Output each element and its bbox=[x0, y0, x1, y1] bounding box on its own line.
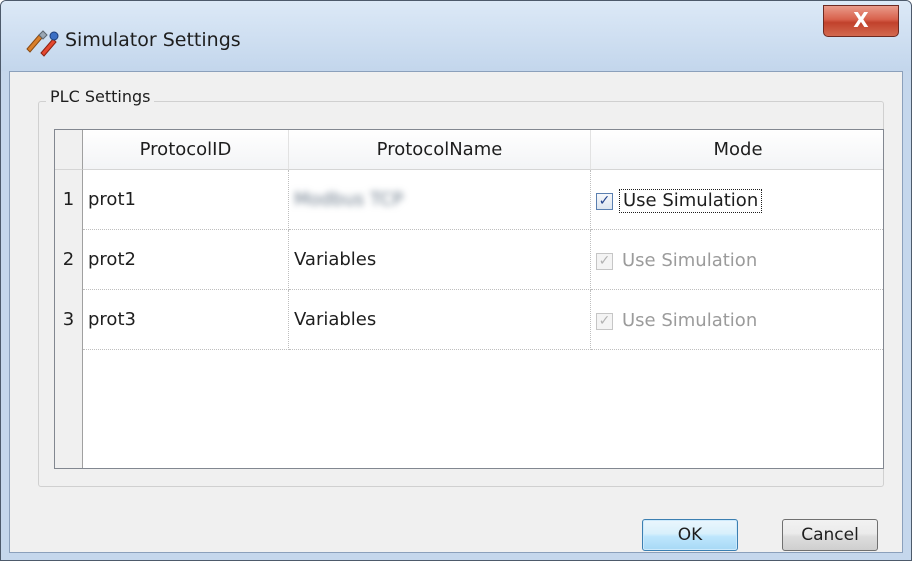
column-header-mode[interactable]: Mode bbox=[591, 130, 883, 170]
use-simulation-checkbox-row-1[interactable]: ✓ Use Simulation bbox=[596, 189, 763, 213]
table-cell-protocolname[interactable]: Variables bbox=[289, 290, 591, 350]
checkbox-label: Use Simulation bbox=[622, 310, 758, 331]
dialog-body: PLC Settings ProtocolID ProtocolName Mod… bbox=[9, 71, 903, 553]
table-corner-header[interactable] bbox=[55, 130, 83, 170]
cancel-button[interactable]: Cancel bbox=[782, 519, 878, 551]
title-bar[interactable]: Simulator Settings X bbox=[1, 1, 911, 71]
checkmark-icon: ✓ bbox=[598, 193, 611, 209]
checkbox-disabled: ✓ bbox=[596, 312, 613, 330]
simulator-tools-icon bbox=[26, 30, 59, 57]
checkbox-label[interactable]: Use Simulation bbox=[619, 189, 763, 213]
row-header[interactable]: 3 bbox=[55, 290, 83, 350]
table-cell-protocolid[interactable]: prot2 bbox=[83, 230, 289, 290]
close-button[interactable]: X bbox=[823, 5, 899, 37]
table-cell-mode: ✓ Use Simulation bbox=[591, 230, 883, 290]
blurred-protocol-name: Modbus TCP bbox=[294, 189, 404, 210]
close-icon: X bbox=[853, 8, 869, 32]
group-title: PLC Settings bbox=[46, 87, 155, 106]
row-header[interactable]: 2 bbox=[55, 230, 83, 290]
row-header[interactable]: 1 bbox=[55, 170, 83, 230]
use-simulation-checkbox-row-3: ✓ Use Simulation bbox=[596, 309, 760, 333]
table-cell-protocolid[interactable]: prot3 bbox=[83, 290, 289, 350]
checkbox[interactable]: ✓ bbox=[596, 192, 613, 210]
dialog-window: Simulator Settings X PLC Settings Protoc… bbox=[0, 0, 912, 561]
table-cell-protocolname[interactable]: Modbus TCP bbox=[289, 170, 591, 230]
protocol-table[interactable]: ProtocolID ProtocolName Mode 1 prot1 Mod… bbox=[54, 129, 884, 469]
window-title: Simulator Settings bbox=[65, 29, 241, 51]
use-simulation-checkbox-row-2: ✓ Use Simulation bbox=[596, 249, 760, 273]
checkbox-disabled: ✓ bbox=[596, 252, 613, 270]
table-cell-mode: ✓ Use Simulation bbox=[591, 170, 883, 230]
table-cell-mode: ✓ Use Simulation bbox=[591, 290, 883, 350]
table-cell-protocolname[interactable]: Variables bbox=[289, 230, 591, 290]
checkmark-icon: ✓ bbox=[598, 253, 611, 269]
column-header-protocolid[interactable]: ProtocolID bbox=[83, 130, 289, 170]
table-cell-protocolid[interactable]: prot1 bbox=[83, 170, 289, 230]
ok-button[interactable]: OK bbox=[642, 519, 738, 551]
checkmark-icon: ✓ bbox=[598, 313, 611, 329]
column-header-protocolname[interactable]: ProtocolName bbox=[289, 130, 591, 170]
checkbox-label: Use Simulation bbox=[622, 250, 758, 271]
